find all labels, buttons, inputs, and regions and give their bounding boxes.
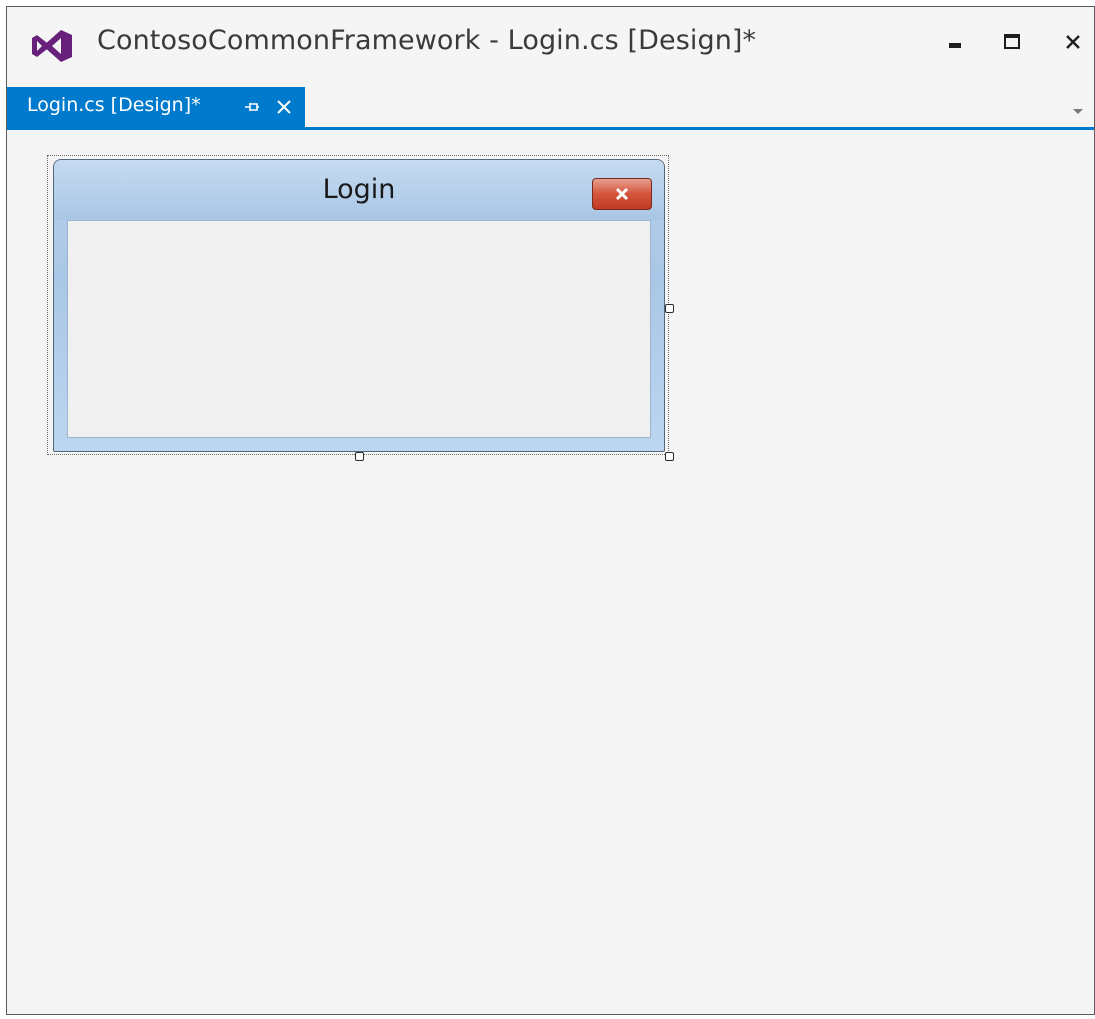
tab-label: Login.cs [Design]* <box>27 94 201 116</box>
maximize-icon <box>1004 34 1020 49</box>
tab-login-design[interactable]: Login.cs [Design]* <box>7 87 305 127</box>
form-caption-bar: Login <box>54 160 664 220</box>
designer-surface[interactable]: Login <box>7 130 1094 1014</box>
maximize-button[interactable] <box>992 23 1032 63</box>
resize-handle-right[interactable] <box>665 304 674 313</box>
visual-studio-icon <box>31 29 73 63</box>
form-title: Login <box>322 174 396 205</box>
form-client-area[interactable] <box>67 220 651 438</box>
window-title: ContosoCommonFramework - Login.cs [Desig… <box>97 25 757 56</box>
form-close-button[interactable] <box>592 178 652 210</box>
resize-handle-bottom-right[interactable] <box>665 452 674 461</box>
close-icon <box>615 187 629 201</box>
resize-handle-bottom[interactable] <box>355 452 364 461</box>
login-form[interactable]: Login <box>53 159 665 452</box>
minimize-icon <box>949 43 961 48</box>
visual-studio-window: ContosoCommonFramework - Login.cs [Desig… <box>6 6 1095 1015</box>
pin-icon[interactable] <box>243 98 261 116</box>
title-bar: ContosoCommonFramework - Login.cs [Desig… <box>7 7 1094 85</box>
close-icon <box>1066 35 1080 49</box>
chevron-down-icon[interactable] <box>1068 97 1088 117</box>
document-tab-strip: Login.cs [Design]* <box>7 87 1094 130</box>
close-icon[interactable] <box>273 96 295 118</box>
close-button[interactable] <box>1053 23 1093 63</box>
minimize-button[interactable] <box>936 23 976 63</box>
